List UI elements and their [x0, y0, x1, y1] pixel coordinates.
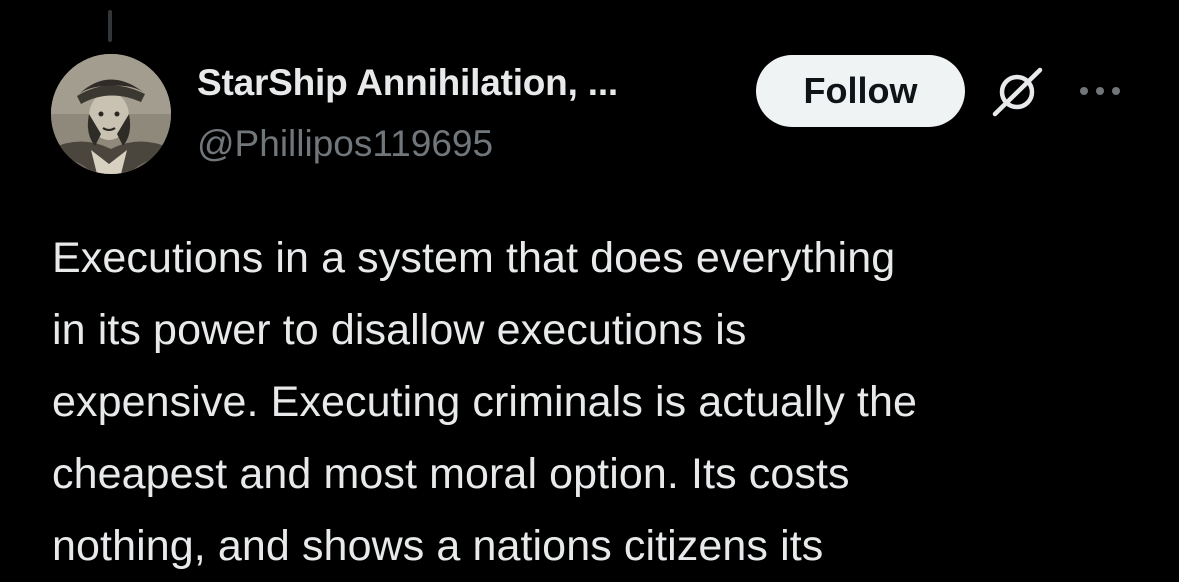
follow-button[interactable]: Follow — [756, 55, 965, 127]
author-display-name[interactable]: StarShip Annihilation, ... — [197, 62, 618, 104]
more-options-icon[interactable] — [1076, 75, 1124, 107]
avatar-image — [51, 54, 171, 174]
post-body-text: Executions in a system that does everyth… — [52, 234, 917, 570]
grok-icon[interactable] — [990, 64, 1044, 118]
avatar[interactable] — [51, 54, 171, 174]
author-handle[interactable]: @Phillipos119695 — [197, 123, 493, 165]
thread-connector-line — [108, 10, 112, 42]
